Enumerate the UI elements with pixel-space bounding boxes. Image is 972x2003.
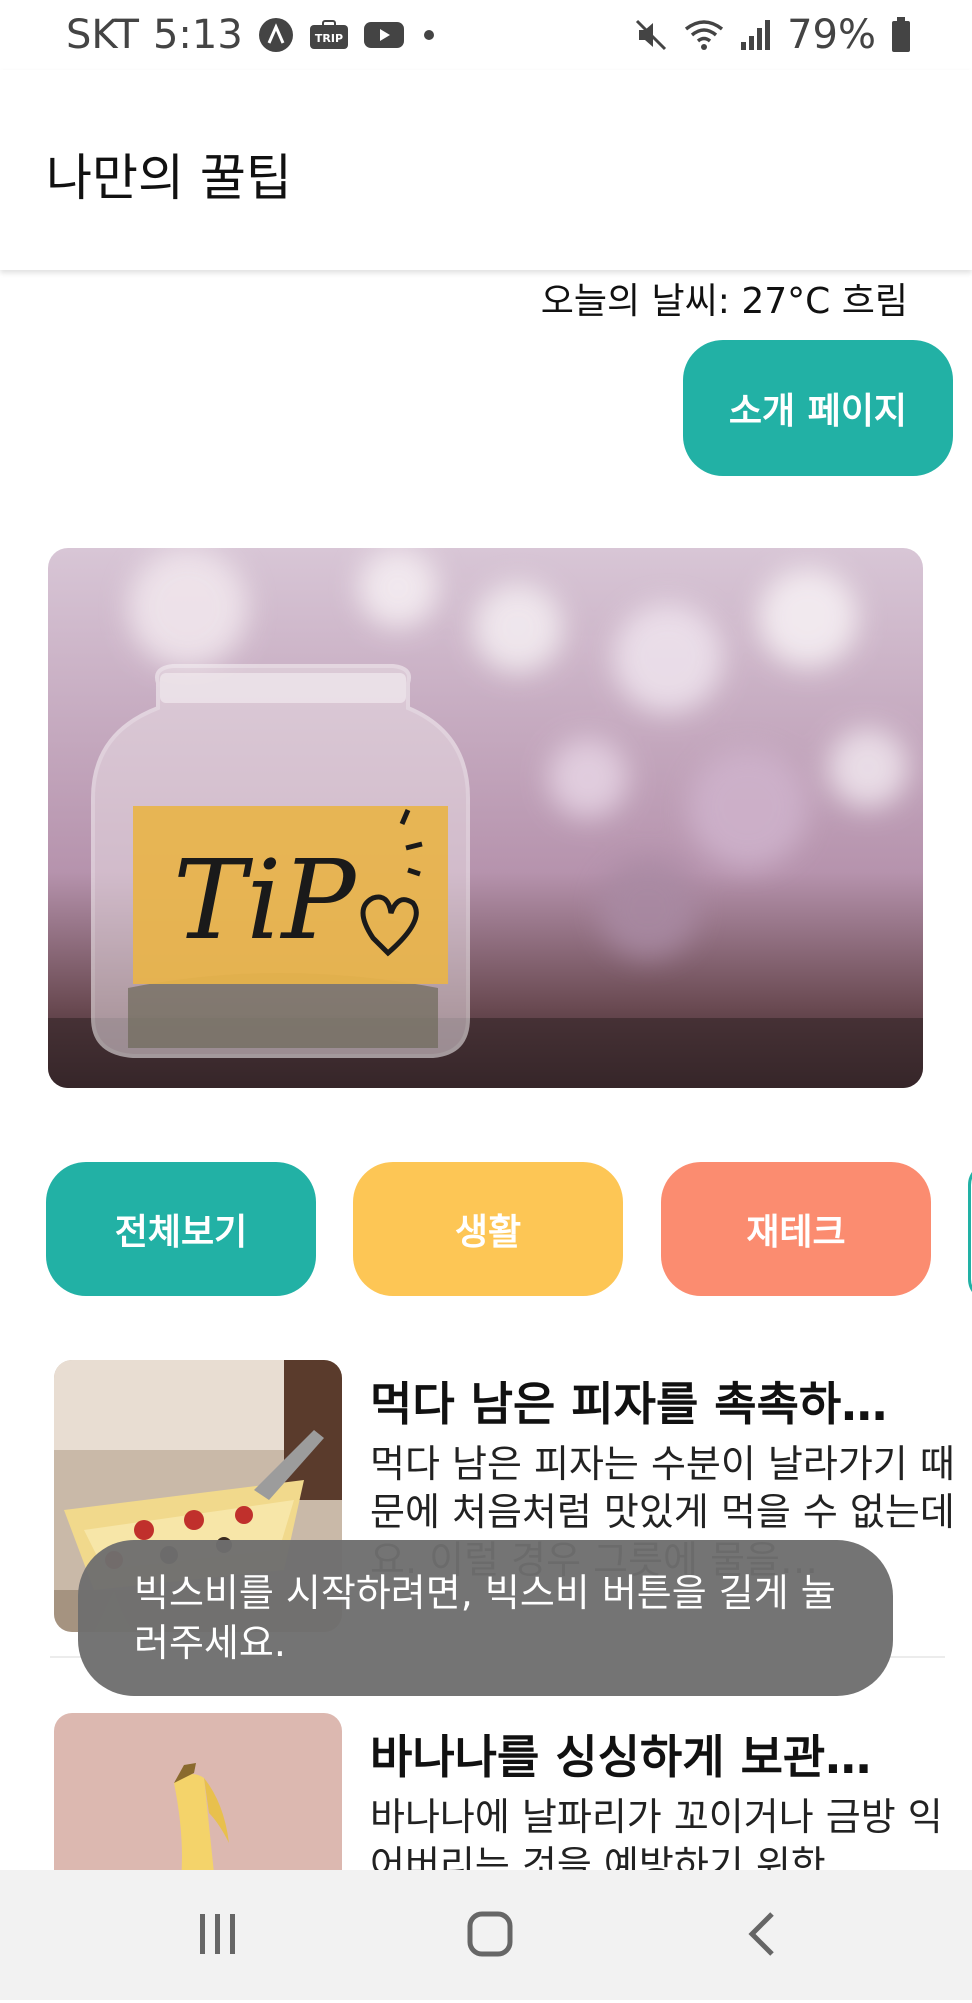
battery-icon [890,16,912,54]
category-life-button[interactable]: 생활 [353,1162,623,1296]
app-a-icon [257,16,295,54]
carrier-label: SKT [66,12,139,58]
youtube-icon [363,20,405,50]
back-icon[interactable] [712,1894,812,1974]
mute-icon [633,17,669,53]
hero-image: TiP [48,548,923,1088]
clock: 5:13 [152,12,243,58]
bixby-toast: 빅스비를 시작하려면, 빅스비 버튼을 길게 눌러주세요. [78,1540,893,1696]
toast-message: 빅스비를 시작하려면, 빅스비 버튼을 길게 눌러주세요. [134,1571,836,1665]
navigation-bar [0,1870,972,2000]
status-bar-left: SKT 5:13 TRIP [66,8,439,62]
battery-percent: 79% [787,12,876,58]
category-more-button[interactable] [968,1162,972,1302]
about-page-button[interactable]: 소개 페이지 [683,340,953,476]
signal-icon [739,18,773,52]
home-icon[interactable] [440,1894,540,1974]
page-title: 나만의 꿀팁 [46,149,292,207]
wifi-icon [683,17,725,53]
weather-text: 오늘의 날씨: 27°C 흐림 [540,281,908,322]
tip-title: 바나나를 싱싱하게 보관… [370,1730,872,1784]
status-bar-right: 79% [633,8,912,62]
app-bar: 나만의 꿀팁 [0,70,972,270]
recent-apps-icon[interactable] [168,1894,268,1974]
tip-title: 먹다 남은 피자를 촉촉하… [370,1377,888,1431]
dot-icon [419,25,439,45]
svg-text:TRIP: TRIP [315,32,343,45]
trip-icon: TRIP [309,20,349,50]
category-finance-button[interactable]: 재테크 [661,1162,931,1296]
status-bar: SKT 5:13 TRIP 79% [0,0,972,70]
category-all-button[interactable]: 전체보기 [46,1162,316,1296]
tip-label-text: TiP [173,836,358,964]
